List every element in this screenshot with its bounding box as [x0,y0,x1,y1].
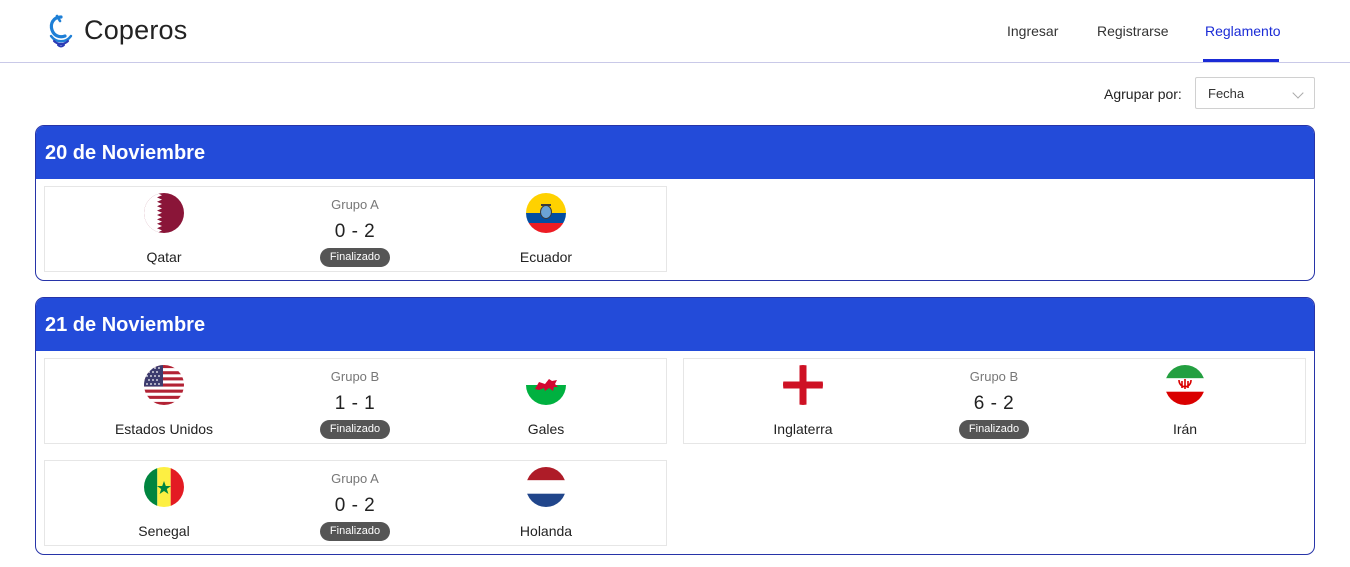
group-by-select[interactable]: Fecha [1195,77,1315,109]
group-by-value: Fecha [1208,86,1245,101]
match-group: Grupo B [969,369,1019,384]
status-badge: Finalizado [320,522,390,541]
nav-reglamento[interactable]: Reglamento [1205,23,1281,39]
status-badge: Finalizado [959,420,1029,439]
home-team-name: Estados Unidos [114,421,214,437]
away-team-name: Gales [527,421,565,437]
usa-flag-icon [144,365,184,405]
match-group: Grupo B [330,369,380,384]
top-navbar: Coperos Ingresar Registrarse Reglamento [0,0,1350,63]
brand-name[interactable]: Coperos [84,15,187,46]
coperos-logo-icon[interactable] [48,14,74,50]
away-team-name: Ecuador [519,249,573,265]
match-card[interactable]: Senegal Grupo A 0 - 2 Finalizado Holanda [44,460,667,546]
group-by-label: Agrupar por: [1104,86,1182,102]
day-header: 20 de Noviembre [36,126,1314,179]
chevron-down-icon [1292,87,1304,99]
match-group: Grupo A [331,197,379,212]
day-title: 20 de Noviembre [45,142,206,164]
wales-flag-icon [526,365,566,405]
ecuador-flag-icon [526,193,566,233]
match-card[interactable]: Estados Unidos Grupo B 1 - 1 Finalizado … [44,358,667,444]
home-team-name: Qatar [146,249,182,265]
match-card[interactable]: Inglaterra Grupo B 6 - 2 Finalizado Irán [683,358,1306,444]
match-score: 0 - 2 [334,221,376,242]
match-card[interactable]: Qatar Grupo A 0 - 2 Finalizado Ecuador [44,186,667,272]
status-badge: Finalizado [320,248,390,267]
nav-ingresar[interactable]: Ingresar [1007,23,1058,39]
match-score: 1 - 1 [334,393,376,414]
home-team-name: Senegal [138,523,190,539]
active-nav-indicator [1203,59,1279,62]
home-team-name: Inglaterra [773,421,833,437]
day-panel: 21 de Noviembre Estados Unidos Grupo B 1… [35,297,1315,555]
day-header: 21 de Noviembre [36,298,1314,351]
england-flag-icon [783,365,823,405]
senegal-flag-icon [144,467,184,507]
iran-flag-icon [1165,365,1205,405]
day-panel: 20 de Noviembre Qatar Grupo A 0 - 2 Fina… [35,125,1315,281]
match-score: 0 - 2 [334,495,376,516]
away-team-name: Irán [1172,421,1198,437]
match-group: Grupo A [331,471,379,486]
qatar-flag-icon [144,193,184,233]
day-title: 21 de Noviembre [45,314,206,336]
netherlands-flag-icon [526,467,566,507]
nav-registrarse[interactable]: Registrarse [1097,23,1169,39]
status-badge: Finalizado [320,420,390,439]
away-team-name: Holanda [519,523,573,539]
match-score: 6 - 2 [973,393,1015,414]
